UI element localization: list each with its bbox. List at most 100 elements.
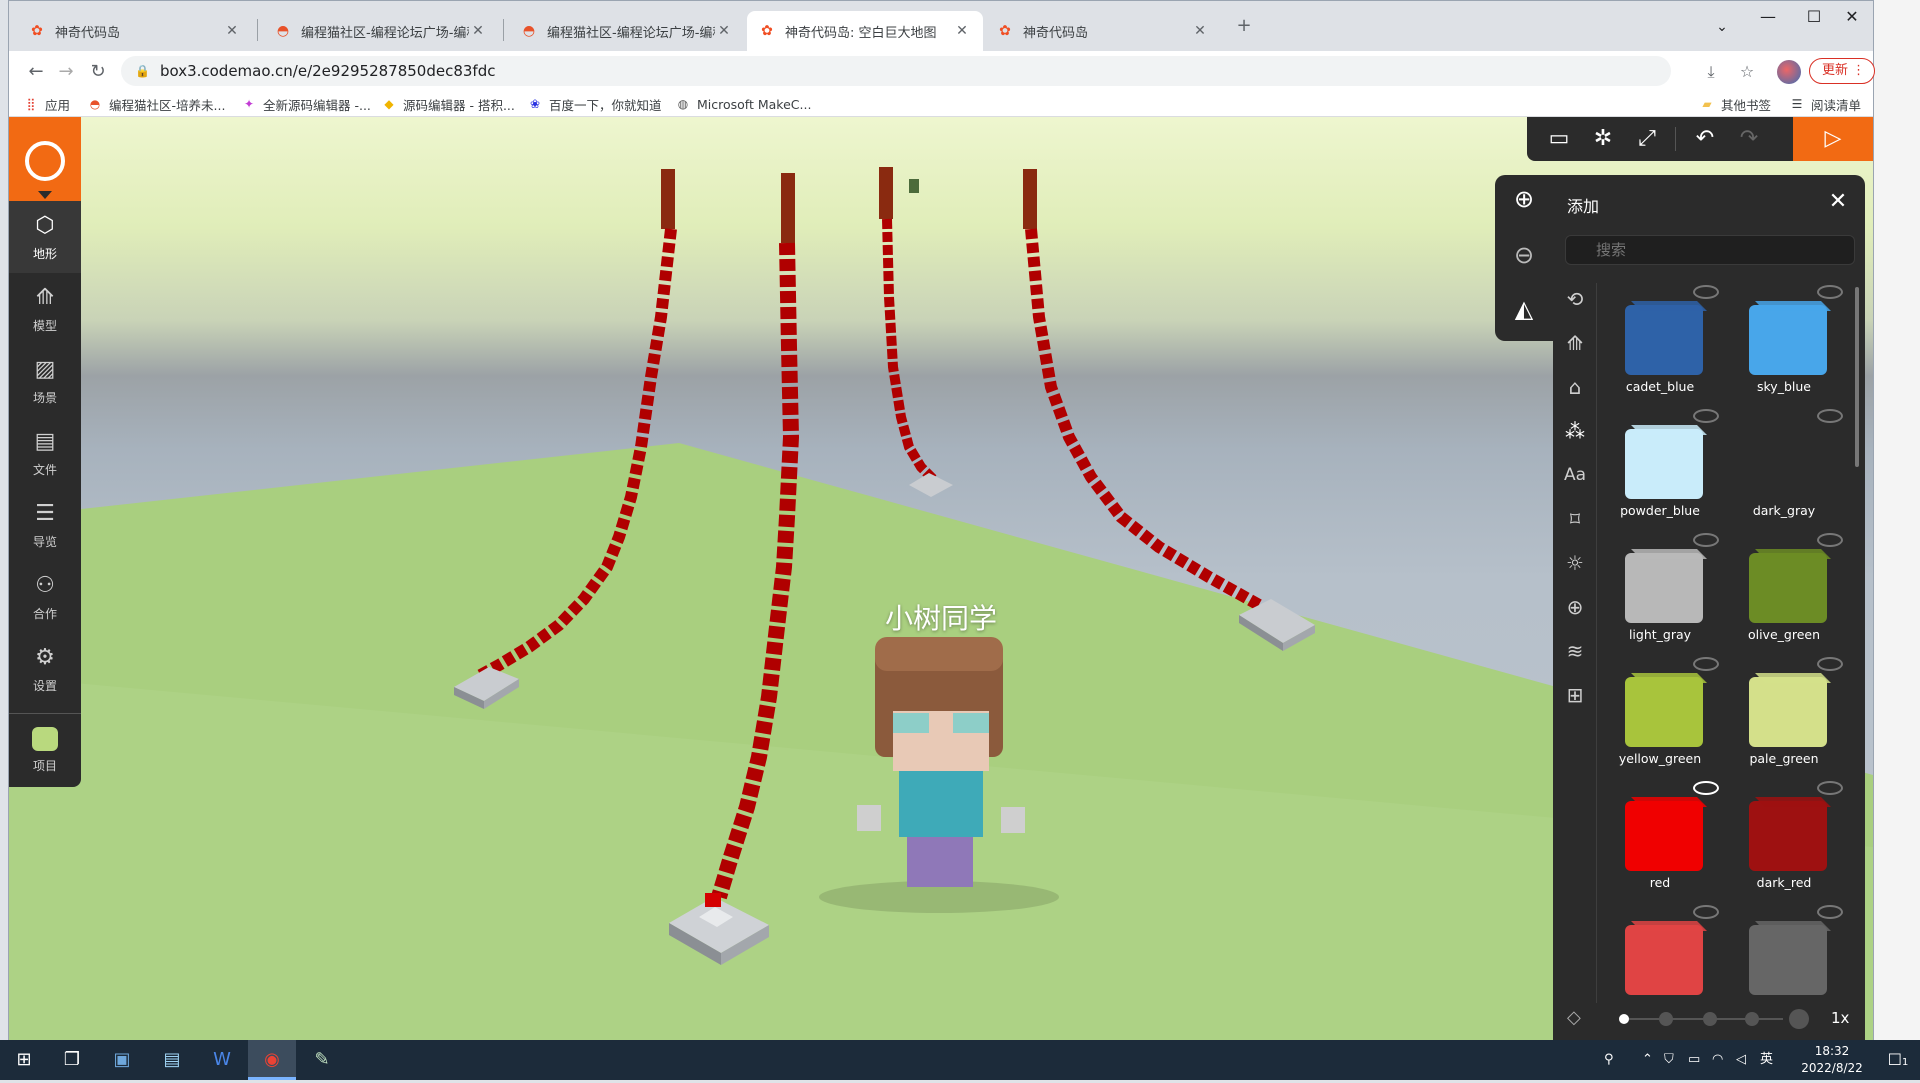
sidebar-item-models[interactable]: ⟰ 模型 bbox=[9, 273, 81, 345]
bookmark-kitten[interactable]: ◆ 源码编辑器 - 搭积... bbox=[381, 95, 515, 113]
sidebar-item-settings[interactable]: ⚙ 设置 bbox=[9, 633, 81, 705]
app-icon[interactable]: ✎ bbox=[298, 1040, 346, 1080]
grid-icon[interactable]: ⊞ bbox=[1559, 679, 1591, 711]
block-tile[interactable]: dark_red bbox=[1725, 779, 1843, 899]
speed-step[interactable] bbox=[1745, 1012, 1759, 1026]
back-button[interactable]: ← bbox=[23, 59, 49, 85]
block-tile[interactable]: dark_gray bbox=[1725, 407, 1843, 527]
minimize-button[interactable]: — bbox=[1745, 3, 1791, 31]
house-icon[interactable]: ⌂ bbox=[1559, 371, 1591, 403]
block-tile[interactable]: cadet_blue bbox=[1601, 283, 1719, 403]
sidebar-item-terrain[interactable]: ⬡ 地形 bbox=[9, 201, 81, 273]
close-icon[interactable]: ✕ bbox=[715, 23, 733, 39]
chrome-icon[interactable]: ◉ bbox=[248, 1040, 296, 1080]
update-button[interactable]: 更新 ⋮ bbox=[1809, 58, 1875, 84]
battery-icon[interactable]: ▭ bbox=[1688, 1040, 1700, 1080]
block-tile[interactable]: yellow_green bbox=[1601, 655, 1719, 775]
bookmark-makecode[interactable]: ◍ Microsoft MakeC... bbox=[675, 95, 812, 113]
layer-icon[interactable]: ◇ bbox=[1567, 1007, 1581, 1028]
bookmark-baidu[interactable]: ❀ 百度一下，你就知道 bbox=[527, 95, 662, 113]
tab-1[interactable]: ✿ 神奇代码岛 ✕ bbox=[17, 11, 253, 51]
sidebar-item-project[interactable]: 项目 bbox=[9, 715, 81, 787]
tab-5[interactable]: ✿ 神奇代码岛 ✕ bbox=[985, 11, 1221, 51]
add-tool-icon[interactable]: ⊕ bbox=[1504, 179, 1544, 219]
plus-circle-icon[interactable]: ⊕ bbox=[1559, 591, 1591, 623]
task-view-icon[interactable]: ❐ bbox=[48, 1040, 96, 1080]
close-icon[interactable]: ✕ bbox=[1191, 23, 1209, 39]
notification-center[interactable]: ☐1 bbox=[1878, 1040, 1918, 1080]
close-icon[interactable]: ✕ bbox=[469, 23, 487, 39]
undo-icon[interactable]: ↶ bbox=[1683, 117, 1727, 161]
block-tile[interactable]: red bbox=[1601, 779, 1719, 899]
panel-scrollbar[interactable] bbox=[1855, 287, 1859, 467]
word-icon[interactable]: W bbox=[198, 1040, 246, 1080]
tree-icon[interactable]: ⟰ bbox=[1559, 327, 1591, 359]
clock[interactable]: 18:32 2022/8/22 bbox=[1796, 1043, 1868, 1077]
profile-avatar[interactable] bbox=[1777, 60, 1801, 84]
sidebar-item-scene[interactable]: ▨ 场景 bbox=[9, 345, 81, 417]
shield-icon[interactable]: ⛉ bbox=[1664, 1040, 1674, 1080]
block-tile[interactable]: powder_blue bbox=[1601, 407, 1719, 527]
play-button[interactable]: ▷ bbox=[1793, 117, 1873, 161]
bug-icon[interactable]: ✲ bbox=[1581, 117, 1625, 161]
close-icon[interactable]: ✕ bbox=[953, 23, 971, 39]
game-viewport[interactable]: 小树同学 ⬡ 地形 ⟰ 模型 ▨ 场景 ▤ 文件 ☰ 导览 ⚇ 合作 ⚙ 设置 … bbox=[9, 117, 1873, 1041]
speed-slider-handle[interactable] bbox=[1619, 1014, 1629, 1024]
bookmark-star-icon[interactable]: ☆ bbox=[1735, 60, 1759, 84]
tag-icon[interactable]: ⌑ bbox=[1559, 503, 1591, 535]
bookmark-editor[interactable]: ✦ 全新源码编辑器 -... bbox=[241, 95, 371, 113]
bookmark-other[interactable]: ▰ 其他书签 bbox=[1699, 95, 1771, 113]
bookmark-codemao[interactable]: ◓ 编程猫社区-培养未... bbox=[87, 95, 226, 113]
text-icon[interactable]: Aa bbox=[1559, 459, 1591, 491]
sun-icon[interactable]: ☼ bbox=[1559, 547, 1591, 579]
reading-list[interactable]: ☰ 阅读清单 bbox=[1789, 95, 1861, 113]
volume-icon[interactable]: ◁ bbox=[1736, 1040, 1746, 1080]
people-icon[interactable]: ⚲ bbox=[1604, 1040, 1614, 1080]
block-label: pale_green bbox=[1749, 751, 1819, 766]
block-tile[interactable]: olive_green bbox=[1725, 531, 1843, 651]
sidebar-item-collab[interactable]: ⚇ 合作 bbox=[9, 561, 81, 633]
tab-search-icon[interactable]: ⌄ bbox=[1699, 13, 1745, 41]
sidebar-item-files[interactable]: ▤ 文件 bbox=[9, 417, 81, 489]
sidebar-item-guide[interactable]: ☰ 导览 bbox=[9, 489, 81, 561]
block-tile[interactable] bbox=[1601, 903, 1719, 1003]
forward-button[interactable]: → bbox=[53, 59, 79, 85]
wifi-icon[interactable]: ◠ bbox=[1712, 1040, 1723, 1080]
layers-icon[interactable]: ≋ bbox=[1559, 635, 1591, 667]
speed-step[interactable] bbox=[1703, 1012, 1717, 1026]
close-icon[interactable]: ✕ bbox=[1823, 187, 1853, 217]
new-tab-button[interactable]: + bbox=[1231, 13, 1257, 39]
tab-2[interactable]: ◓ 编程猫社区-编程论坛广场-编程 ✕ bbox=[263, 11, 499, 51]
tab-3[interactable]: ◓ 编程猫社区-编程论坛广场-编程 ✕ bbox=[509, 11, 745, 51]
block-tile[interactable]: light_gray bbox=[1601, 531, 1719, 651]
bookmark-apps[interactable]: ⣿ 应用 bbox=[23, 95, 70, 113]
install-app-icon[interactable]: ⤓ bbox=[1699, 60, 1723, 84]
windows-taskbar: ⊞ ❐ ▣ ▤ W ◉ ✎ ⚲ ⌃ ⛉ ▭ ◠ ◁ 英 18:32 2022/8… bbox=[0, 1040, 1920, 1080]
expand-icon[interactable]: ⤢ bbox=[1625, 117, 1669, 161]
block-tile[interactable] bbox=[1725, 903, 1843, 1003]
paint-bucket-icon[interactable]: ◭ bbox=[1504, 289, 1544, 329]
speed-step[interactable] bbox=[1659, 1012, 1673, 1026]
box3-logo[interactable] bbox=[9, 117, 81, 201]
tab-4-active[interactable]: ✿ 神奇代码岛: 空白巨大地图 ✕ bbox=[747, 11, 983, 51]
ime-indicator[interactable]: 英 bbox=[1760, 1040, 1773, 1080]
close-icon[interactable]: ✕ bbox=[223, 23, 241, 39]
rotate-icon[interactable] bbox=[1817, 409, 1843, 423]
speed-step[interactable] bbox=[1789, 1009, 1809, 1029]
redo-icon[interactable]: ↷ bbox=[1727, 117, 1771, 161]
app-icon[interactable]: ▤ bbox=[148, 1040, 196, 1080]
chat-icon[interactable]: ▭ bbox=[1537, 117, 1581, 161]
address-bar[interactable]: 🔒 box3.codemao.cn/e/2e9295287850dec83fdc bbox=[121, 56, 1671, 86]
search-input[interactable] bbox=[1565, 235, 1855, 265]
reload-button[interactable]: ↻ bbox=[85, 59, 111, 85]
chevron-up-icon[interactable]: ⌃ bbox=[1642, 1040, 1653, 1080]
windows-start-icon[interactable]: ⊞ bbox=[0, 1040, 48, 1080]
color-icon[interactable]: ⁂ bbox=[1559, 415, 1591, 447]
app-icon[interactable]: ▣ bbox=[98, 1040, 146, 1080]
history-icon[interactable]: ⟲ bbox=[1559, 283, 1591, 315]
remove-tool-icon[interactable]: ⊖ bbox=[1504, 235, 1544, 275]
block-tile[interactable]: sky_blue bbox=[1725, 283, 1843, 403]
block-tile[interactable]: pale_green bbox=[1725, 655, 1843, 775]
close-window-button[interactable]: ✕ bbox=[1829, 3, 1875, 31]
category-column: ⟲ ⟰ ⌂ ⁂ Aa ⌑ ☼ ⊕ ≋ ⊞ bbox=[1553, 283, 1597, 1003]
